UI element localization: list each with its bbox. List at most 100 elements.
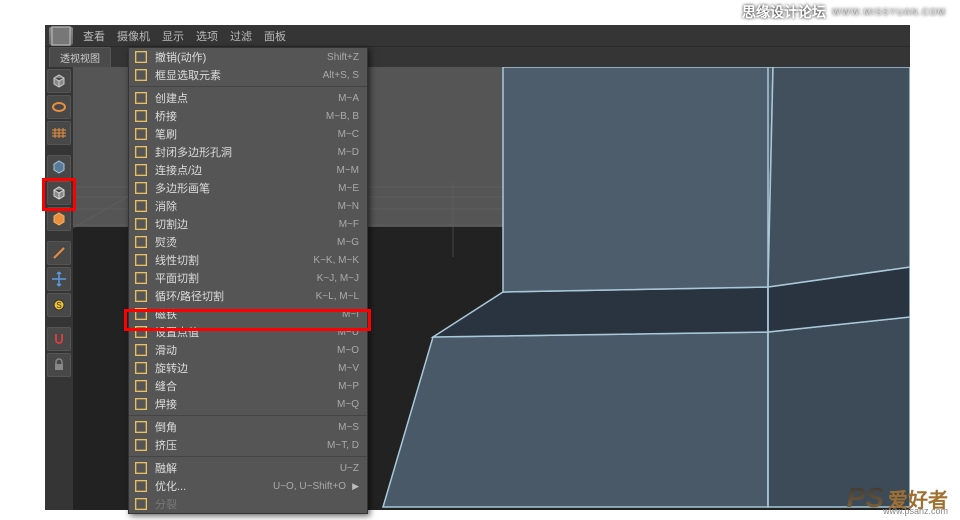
menu-item-label: 封闭多边形孔洞 [155,144,332,160]
knife-icon [133,252,149,268]
split-icon [133,496,149,512]
menu-item-shortcut: K~K, M~K [313,255,359,266]
menu-item[interactable]: 显示 [156,26,190,46]
menu-item-undo-icon[interactable]: 撤销(动作) Shift+Z [129,48,367,66]
menu-item-label: 倒角 [155,419,332,435]
menu-item-frame-sel-icon[interactable]: 框显选取元素 Alt+S, S [129,66,367,84]
loop-cut-icon [133,288,149,304]
menu-item-label: 旋转边 [155,360,332,376]
menu-item-close-hole-icon[interactable]: 封闭多边形孔洞M~D [129,143,367,161]
floor-grid-icon[interactable] [47,121,71,145]
context-menu: 撤销(动作) Shift+Z 框显选取元素 Alt+S, S 创建点M~A桥接 M~B, … [128,47,368,514]
menu-item-shortcut: U~O, U~Shift+O [273,481,346,492]
menu-item-iron-icon[interactable]: 熨烫 M~G [129,233,367,251]
model-mode-icon[interactable] [47,155,71,179]
menu-item-label: 笔刷 [155,126,332,142]
menu-item-label: 撤销(动作) [155,49,321,65]
menu-item-edge-cut-icon[interactable]: 切割边M~F [129,215,367,233]
menu-item-slide-icon[interactable]: 滑动M~O [129,341,367,359]
menu-item-brush-icon[interactable]: 笔刷 M~C [129,125,367,143]
move-tool-icon[interactable] [47,267,71,291]
menu-item-set-val-icon[interactable]: 设置点值 M~U [129,323,367,341]
app-logo-icon [49,27,73,45]
torus-icon[interactable] [47,95,71,119]
menu-item-knife-icon[interactable]: 线性切割 K~K, M~K [129,251,367,269]
lock-icon[interactable] [47,353,71,377]
menu-item-bevel-icon[interactable]: 倒角 M~S [129,418,367,436]
menu-item-shortcut: M~B, B [326,111,359,122]
weld-icon [133,396,149,412]
dissolve-icon [133,198,149,214]
cube-primitive-icon[interactable] [47,69,71,93]
menu-item-dissolve2-icon[interactable]: 融解U~Z [129,459,367,477]
menu-item-shortcut: M~Q [337,399,359,410]
menu-item-weld-icon[interactable]: 焊接 M~Q [129,395,367,413]
watermark-ps: PS [847,482,884,514]
menu-item-shortcut: M~U [338,327,359,338]
menu-item-dissolve-icon[interactable]: 消除 M~N [129,197,367,215]
menu-separator [129,86,367,87]
menu-item-label: 循环/路径切割 [155,288,310,304]
menu-item-label: 挤压 [155,437,321,453]
menu-item-label: 多边形画笔 [155,180,332,196]
close-hole-icon [133,144,149,160]
menu-item-shortcut: M~E [338,183,359,194]
submenu-arrow-icon: ▶ [352,481,359,492]
menu-item[interactable]: 面板 [258,26,292,46]
menu-item-label: 优化... [155,478,267,494]
menu-item-label: 磁铁 [155,306,336,322]
menu-item-label: 熨烫 [155,234,331,250]
magnet2-icon [133,306,149,322]
menu-item-extrude-icon[interactable]: 挤压 M~T, D [129,436,367,454]
menu-item-label: 分裂 [155,496,353,512]
menu-item[interactable]: 过滤 [224,26,258,46]
menu-item-shortcut: M~F [339,219,359,230]
menu-item[interactable]: 选项 [190,26,224,46]
menu-item-plane-cut-icon[interactable]: 平面切割 K~J, M~J [129,269,367,287]
magnet-icon[interactable] [47,327,71,351]
menu-item-shortcut: K~J, M~J [317,273,359,284]
menu-item-label: 线性切割 [155,252,307,268]
menu-item-label: 桥接 [155,108,320,124]
menu-item-label: 消除 [155,198,332,214]
cube-select-icon[interactable] [47,181,71,205]
menu-item-loop-cut-icon[interactable]: 循环/路径切割K~L, M~L [129,287,367,305]
menu-item-label: 设置点值 [155,324,332,340]
dissolve2-icon [133,460,149,476]
slide-icon [133,342,149,358]
menu-item-create-point-icon[interactable]: 创建点M~A [129,89,367,107]
menu-item-label: 滑动 [155,342,331,358]
menu-item-shortcut: Alt+S, S [323,70,359,81]
polypen-icon [133,180,149,196]
cube-orange-icon[interactable] [47,207,71,231]
menu-item-stitch-icon[interactable]: 缝合M~P [129,377,367,395]
menu-item-shortcut: M~T, D [327,440,359,451]
menu-item-shortcut: M~N [338,201,359,212]
edge-cut-icon [133,216,149,232]
menu-item-shortcut: M~S [338,422,359,433]
plane-cut-icon [133,270,149,286]
menu-item-shortcut: M~C [338,129,359,140]
menu-item-label: 焊接 [155,396,331,412]
menu-item-shortcut: Shift+Z [327,52,359,63]
edge-icon[interactable] [47,241,71,265]
menu-item[interactable]: 查看 [77,26,111,46]
tab-perspective[interactable]: 透视视图 [49,47,111,67]
menu-item-bridge-icon[interactable]: 桥接 M~B, B [129,107,367,125]
menu-item-optimize-icon[interactable]: 优化... U~O, U~Shift+O ▶ [129,477,367,495]
menu-separator [129,415,367,416]
menu-item[interactable]: 摄像机 [111,26,156,46]
menu-item-label: 框显选取元素 [155,67,317,83]
menu-item-split-icon: 分裂 [129,495,367,513]
menu-item-connect-icon[interactable]: 连接点/边M~M [129,161,367,179]
menu-item-polypen-icon[interactable]: 多边形画笔 M~E [129,179,367,197]
scale-tool-icon[interactable]: S [47,293,71,317]
menu-item-spin-edge-icon[interactable]: 旋转边M~V [129,359,367,377]
menu-item-shortcut: M~G [337,237,359,248]
menu-item-label: 平面切割 [155,270,311,286]
optimize-icon [133,478,149,494]
bridge-icon [133,108,149,124]
create-point-icon [133,90,149,106]
menu-item-magnet2-icon[interactable]: 磁铁M~I [129,305,367,323]
menu-item-label: 连接点/边 [155,162,331,178]
